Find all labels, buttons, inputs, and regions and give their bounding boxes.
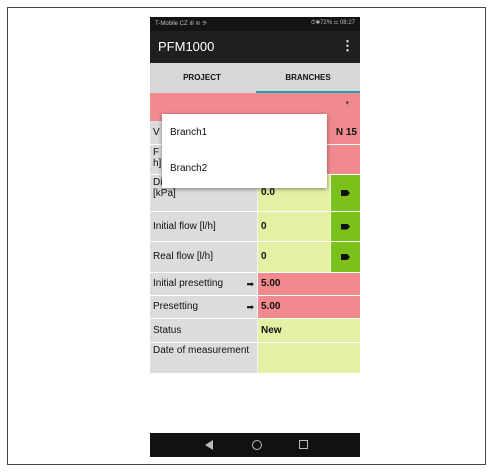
dropdown-option-branch2[interactable]: Branch2 (162, 152, 327, 186)
dropdown-option-branch1[interactable]: Branch1 (162, 116, 327, 150)
row-presetting: Presetting ➡ 5.00 (150, 296, 360, 318)
row-label: Status (150, 319, 257, 342)
carrier-label: T-Mobile CZ ıll ≋ ⚞ (155, 21, 208, 27)
row-value[interactable]: 5.00 (258, 273, 360, 295)
phone-screen: T-Mobile CZ ıll ≋ ⚞ ⏱✱72% ▭ 08:27 PFM100… (150, 17, 360, 457)
measure-button[interactable] (331, 175, 360, 211)
arrow-right-icon: ➡ (246, 279, 254, 289)
app-title: PFM1000 (158, 39, 215, 54)
row-label: Initial presetting ➡ (150, 273, 257, 295)
back-icon[interactable] (205, 440, 213, 450)
row-date-of-measurement: Date of measurement (150, 343, 360, 373)
tab-label: BRANCHES (285, 73, 331, 82)
app-bar: PFM1000 ⋮ (150, 31, 360, 63)
row-value[interactable]: 5.00 (258, 296, 360, 318)
measure-button[interactable] (331, 242, 360, 272)
tab-project[interactable]: PROJECT (150, 63, 254, 93)
branch-dropdown: Branch1 Branch2 (162, 114, 327, 188)
home-icon[interactable] (252, 440, 262, 450)
row-real-flow: Real flow [l/h] 0 (150, 242, 360, 272)
row-label: Initial flow [l/h] (150, 212, 257, 241)
tag-icon (341, 254, 350, 260)
row-value: 0 (258, 242, 330, 272)
row-initial-flow: Initial flow [l/h] 0 (150, 212, 360, 241)
tag-icon (341, 223, 350, 230)
recents-icon[interactable] (299, 440, 308, 449)
arrow-right-icon: ➡ (246, 302, 254, 312)
status-right: ⏱✱72% ▭ 08:27 (310, 20, 355, 26)
status-bar: T-Mobile CZ ıll ≋ ⚞ ⏱✱72% ▭ 08:27 (150, 17, 360, 31)
row-value: New (258, 319, 360, 342)
row-initial-presetting: Initial presetting ➡ 5.00 (150, 273, 360, 295)
tab-branches[interactable]: BRANCHES (256, 63, 360, 93)
row-status: Status New (150, 319, 360, 342)
row-label: Presetting ➡ (150, 296, 257, 318)
tag-icon (341, 190, 350, 196)
row-label: Date of measurement (150, 343, 257, 373)
measure-button[interactable] (331, 212, 360, 241)
row-label: Real flow [l/h] (150, 242, 257, 272)
row-value: 0 (258, 212, 330, 241)
overflow-menu-icon[interactable]: ⋮ (341, 38, 354, 54)
system-nav-bar (150, 433, 360, 457)
tab-bar: PROJECT BRANCHES (150, 63, 360, 93)
row-value[interactable] (258, 343, 360, 373)
tab-label: PROJECT (183, 73, 221, 82)
chevron-down-icon: ▾ (345, 100, 349, 107)
